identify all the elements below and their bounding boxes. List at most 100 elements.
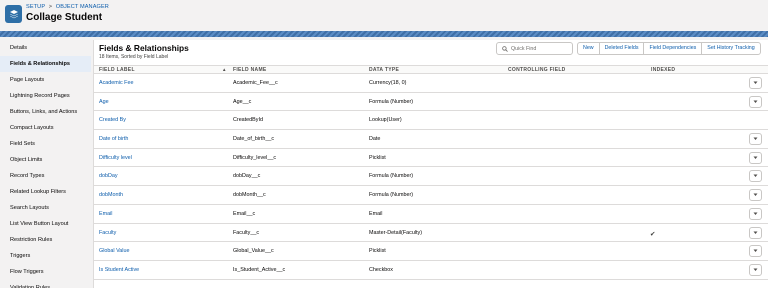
field-name-cell: Global_Value__c (233, 248, 274, 255)
sidebar-item-page-layouts[interactable]: Page Layouts (0, 72, 91, 88)
field-name-cell: Academic_Fee__c (233, 80, 278, 86)
table-body: Academic Fee Academic_Fee__c Currency(18, … (94, 74, 768, 280)
field-label-link[interactable]: Date of birth (99, 130, 128, 149)
data-type-cell: Lookup(User) (369, 117, 402, 124)
breadcrumb-setup[interactable]: SETUP (26, 4, 45, 10)
row-actions-button[interactable] (749, 245, 762, 258)
field-name-cell: Is_Student_Active__c (233, 266, 286, 273)
table-row: Created By CreatedById Lookup(User) (94, 111, 768, 131)
field-label-link[interactable]: Is Student Active (99, 261, 139, 280)
row-actions-button[interactable] (749, 226, 762, 239)
breadcrumb-object-manager[interactable]: OBJECT MANAGER (56, 4, 109, 10)
data-type-cell: Currency(18, 0) (369, 80, 407, 86)
data-type-cell: Formula (Number) (369, 192, 414, 199)
sidebar: Details Fields & Relationships Page Layout… (0, 40, 91, 288)
layers-icon (9, 10, 18, 19)
sidebar-item-details[interactable]: Details (0, 40, 91, 56)
section-title: Fields & Relationships (99, 43, 189, 53)
sidebar-item-compact-layouts[interactable]: Compact Layouts (0, 120, 91, 136)
field-label-link[interactable]: dobDay (99, 167, 118, 186)
row-actions-button[interactable] (749, 207, 762, 220)
chevron-down-icon (753, 100, 758, 103)
search-icon (502, 45, 508, 52)
data-type-cell: Formula (Number) (369, 173, 414, 180)
quick-find-input[interactable] (511, 45, 571, 52)
field-name-cell: Difficulty_level__c (233, 154, 277, 161)
table-row: Is Student Active Is_Student_Active__c Che… (94, 261, 768, 280)
data-type-cell: Picklist (369, 154, 386, 161)
chevron-down-icon (753, 137, 758, 141)
table-row: Age Age__c Formula (Number) (94, 93, 768, 112)
breadcrumb-separator: > (48, 4, 53, 10)
column-controlling-field[interactable]: CONTROLLING FIELD (508, 66, 566, 74)
sidebar-item-object-limits[interactable]: Object Limits (0, 152, 91, 168)
field-label-link[interactable]: Faculty (99, 224, 116, 243)
row-actions-button[interactable] (749, 151, 762, 164)
field-label-link[interactable]: Academic Fee (99, 74, 133, 93)
data-type-cell: Formula (Number) (369, 98, 414, 105)
chevron-down-icon (753, 156, 758, 159)
field-label-link[interactable]: Age (99, 93, 109, 112)
data-type-cell: Master-Detail(Faculty) (369, 229, 423, 236)
chevron-down-icon (753, 249, 758, 253)
field-label-link[interactable]: Global Value (99, 242, 129, 261)
sidebar-item-field-sets[interactable]: Field Sets (0, 136, 91, 152)
table-row: Date of birth Date_of_birth__c Date (94, 130, 768, 149)
decorative-stripe (0, 31, 768, 37)
sidebar-item-flow-triggers[interactable]: Flow Triggers (0, 264, 91, 280)
column-field-label[interactable]: FIELD LABEL (99, 66, 135, 74)
field-label-link[interactable]: Created By (99, 111, 126, 130)
table-row: Global Value Global_Value__c Picklist (94, 242, 768, 261)
field-label-link[interactable]: Difficulty level (99, 149, 132, 168)
table-row: dobMonth dobMonth__c Formula (Number) (94, 186, 768, 205)
table-row: Difficulty level Difficulty_level__c Pickl… (94, 149, 768, 168)
sidebar-item-restriction-rules[interactable]: Restriction Rules (0, 232, 91, 248)
field-name-cell: dobDay__c (233, 173, 261, 180)
table-row: dobDay dobDay__c Formula (Number) (94, 167, 768, 187)
row-actions-button[interactable] (749, 263, 762, 276)
column-data-type[interactable]: DATA TYPE (369, 66, 399, 74)
column-indexed[interactable]: INDEXED (651, 66, 675, 74)
sidebar-item-buttons-links-and-actions[interactable]: Buttons, Links, and Actions (0, 104, 91, 120)
sidebar-item-triggers[interactable]: Triggers (0, 248, 91, 264)
field-name-cell: Email__c (233, 210, 256, 217)
chevron-down-icon (753, 268, 758, 271)
chevron-down-icon (753, 212, 758, 215)
field-label-link[interactable]: Email (99, 205, 112, 224)
sidebar-item-lightning-record-pages[interactable]: Lightning Record Pages (0, 88, 91, 104)
fields-table: FIELD LABEL ▲ FIELD NAME DATA TYPE CONTR… (94, 65, 768, 280)
chevron-down-icon (753, 231, 758, 234)
main-panel: Fields & Relationships 18 Items, Sorted … (93, 40, 768, 288)
row-actions-button[interactable] (749, 170, 762, 183)
field-name-cell: Age__c (233, 98, 252, 105)
chevron-down-icon (753, 81, 758, 84)
chevron-down-icon (753, 174, 758, 178)
field-dependencies-button[interactable]: Field Dependencies (643, 42, 703, 55)
table-header: FIELD LABEL ▲ FIELD NAME DATA TYPE CONTR… (94, 65, 768, 74)
column-field-name[interactable]: FIELD NAME (233, 66, 267, 74)
quick-find-search[interactable] (496, 42, 573, 55)
deleted-fields-button[interactable]: Deleted Fields (598, 42, 645, 55)
sidebar-item-related-lookup-filters[interactable]: Related Lookup Filters (0, 184, 91, 200)
sort-ascending-icon: ▲ (222, 67, 227, 72)
field-name-cell: Date_of_birth__c (233, 136, 275, 143)
set-history-tracking-button[interactable]: Set History Tracking (701, 42, 761, 55)
data-type-cell: Checkbox (369, 266, 393, 273)
sidebar-item-list-view-button-layout[interactable]: List View Button Layout (0, 216, 91, 232)
data-type-cell: Date (369, 136, 381, 143)
action-buttons: New Deleted Fields Field Dependencies Se… (577, 42, 761, 55)
new-button[interactable]: New (577, 42, 600, 55)
row-actions-button[interactable] (749, 95, 762, 108)
table-row: Faculty Faculty__c Master-Detail(Faculty) ✔ (94, 224, 768, 243)
sidebar-item-fields-relationships[interactable]: Fields & Relationships (0, 56, 91, 72)
sidebar-item-validation-rules[interactable]: Validation Rules (0, 280, 91, 288)
sidebar-item-search-layouts[interactable]: Search Layouts (0, 200, 91, 216)
row-actions-button[interactable] (749, 189, 762, 202)
row-actions-button[interactable] (749, 77, 762, 89)
sidebar-item-record-types[interactable]: Record Types (0, 168, 91, 184)
field-label-link[interactable]: dobMonth (99, 186, 123, 205)
row-actions-button[interactable] (749, 133, 762, 146)
field-name-cell: dobMonth__c (233, 192, 266, 199)
table-row: Academic Fee Academic_Fee__c Currency(18, … (94, 74, 768, 93)
section-subtitle: 18 Items, Sorted by Field Label (99, 54, 169, 60)
